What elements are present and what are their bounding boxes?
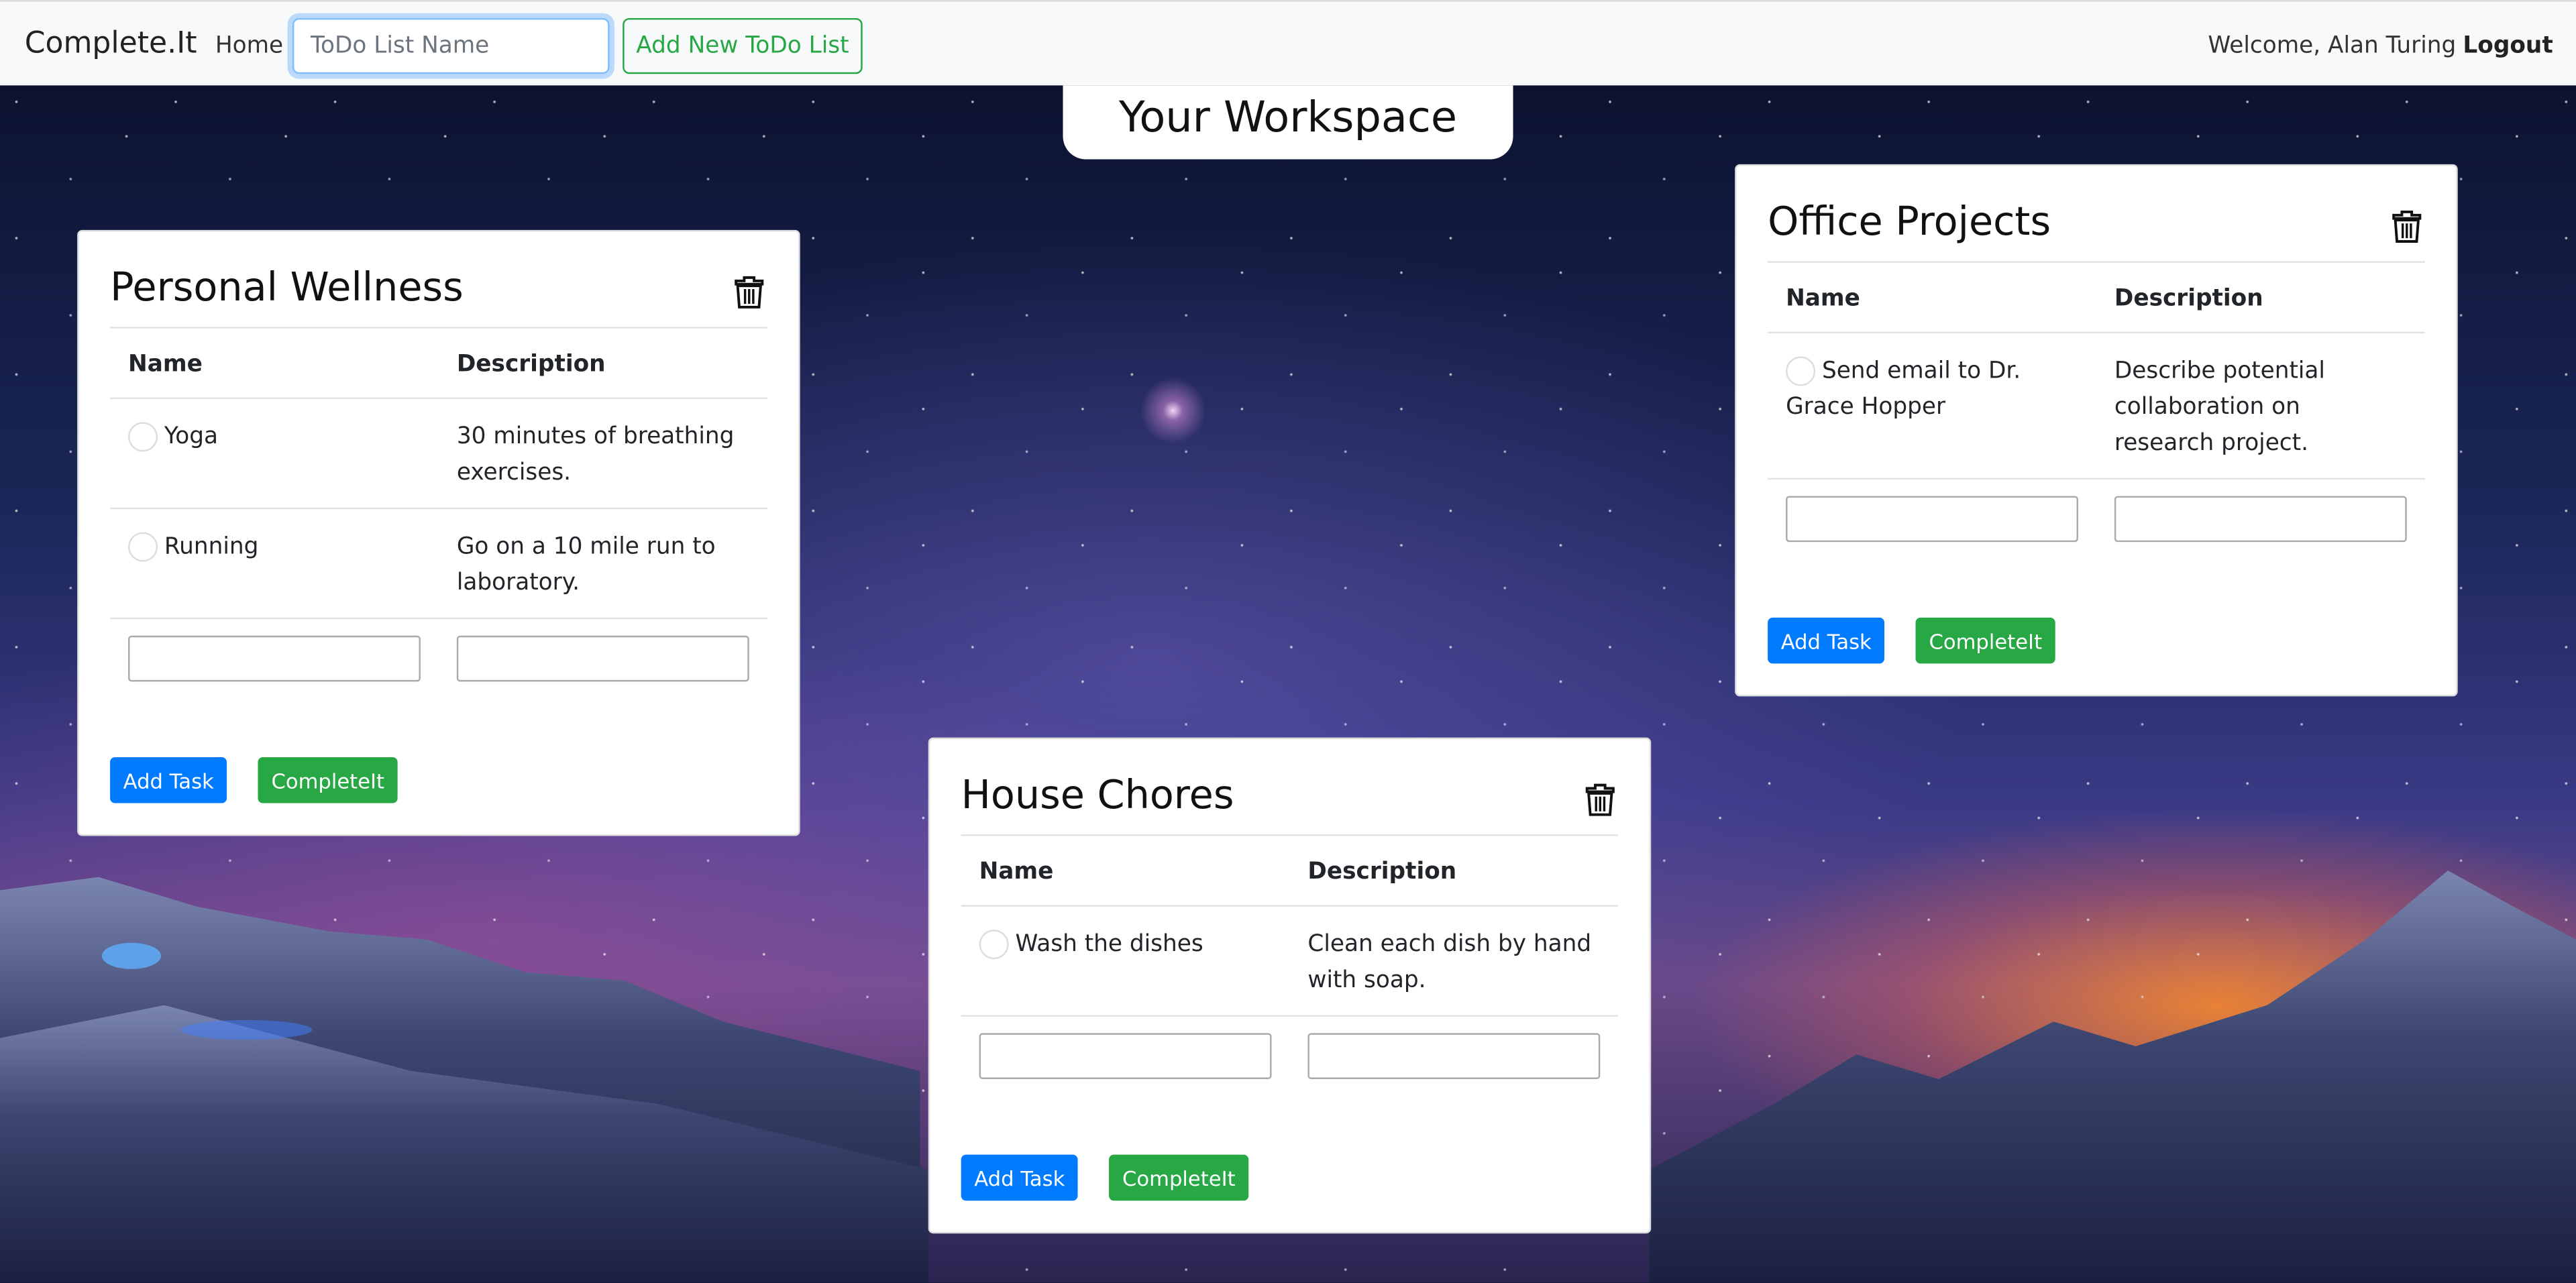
column-header-description: Description	[2096, 261, 2425, 334]
welcome-text: Welcome, Alan Turing	[2208, 32, 2457, 60]
task-name: Running	[164, 533, 259, 561]
completeit-button[interactable]: CompleteIt	[258, 757, 398, 803]
task-description: Go on a 10 mile run to laboratory.	[438, 508, 767, 620]
complete-checkbox[interactable]	[128, 422, 158, 452]
navbar: Complete.It Home Add New ToDo List Welco…	[0, 0, 2576, 86]
list-title: Office Projects	[1768, 199, 2051, 245]
tasks-table: Name Description Send email to Dr. Grace …	[1768, 261, 2425, 558]
list-title: Personal Wellness	[110, 264, 464, 311]
column-header-name: Name	[961, 834, 1290, 907]
todo-list-card: Personal Wellness Name Description Yoga 30…	[77, 229, 800, 836]
task-name: Wash the dishes	[1015, 931, 1203, 958]
todo-list-card: Office Projects Name Description Send ema…	[1735, 164, 2458, 697]
tasks-table: Name Description Wash the dishes Clean eac…	[961, 834, 1619, 1095]
completeit-button[interactable]: CompleteIt	[1109, 1154, 1249, 1201]
task-name: Yoga	[164, 423, 219, 451]
home-link[interactable]: Home	[215, 33, 283, 59]
add-new-todo-list-button[interactable]: Add New ToDo List	[623, 17, 863, 74]
new-task-description-input[interactable]	[1307, 1033, 1601, 1079]
todo-list-name-input[interactable]	[292, 17, 610, 74]
list-title: House Chores	[961, 772, 1234, 818]
add-task-button[interactable]: Add Task	[1768, 617, 1885, 664]
todo-list-card: House Chores Name Description Wash the di…	[928, 737, 1652, 1234]
column-header-name: Name	[1768, 261, 2096, 334]
column-header-name: Name	[110, 327, 439, 400]
tasks-table: Name Description Yoga 30 minutes of breath…	[110, 327, 767, 698]
brand-logo[interactable]: Complete.It	[25, 26, 197, 60]
task-description: Describe potential collaboration on rese…	[2096, 332, 2425, 480]
trash-icon[interactable]	[1585, 783, 1615, 816]
workspace-title: Your Workspace	[1063, 85, 1513, 160]
new-task-description-input[interactable]	[2114, 496, 2407, 543]
table-row: Wash the dishes Clean each dish by hand w…	[961, 905, 1619, 1017]
add-task-button[interactable]: Add Task	[110, 757, 227, 803]
new-task-name-input[interactable]	[979, 1033, 1272, 1079]
new-task-name-input[interactable]	[1786, 496, 2078, 543]
column-header-description: Description	[438, 327, 767, 400]
table-row: Running Go on a 10 mile run to laboratory…	[110, 508, 767, 620]
complete-checkbox[interactable]	[979, 930, 1009, 960]
task-description: Clean each dish by hand with soap.	[1289, 905, 1619, 1017]
trash-icon[interactable]	[735, 276, 764, 309]
logout-link[interactable]: Logout	[2463, 33, 2553, 59]
new-task-description-input[interactable]	[456, 635, 749, 682]
task-description: 30 minutes of breathing exercises.	[438, 398, 767, 510]
complete-checkbox[interactable]	[128, 532, 158, 562]
column-header-description: Description	[1289, 834, 1619, 907]
completeit-button[interactable]: CompleteIt	[1915, 617, 2055, 664]
complete-checkbox[interactable]	[1786, 356, 1816, 386]
add-task-button[interactable]: Add Task	[961, 1154, 1078, 1201]
new-task-name-input[interactable]	[128, 635, 421, 682]
table-row: Yoga 30 minutes of breathing exercises.	[110, 398, 767, 510]
trash-icon[interactable]	[2392, 210, 2422, 243]
table-row: Send email to Dr. Grace Hopper Describe p…	[1768, 332, 2425, 480]
task-name: Send email to Dr. Grace Hopper	[1786, 357, 2021, 421]
